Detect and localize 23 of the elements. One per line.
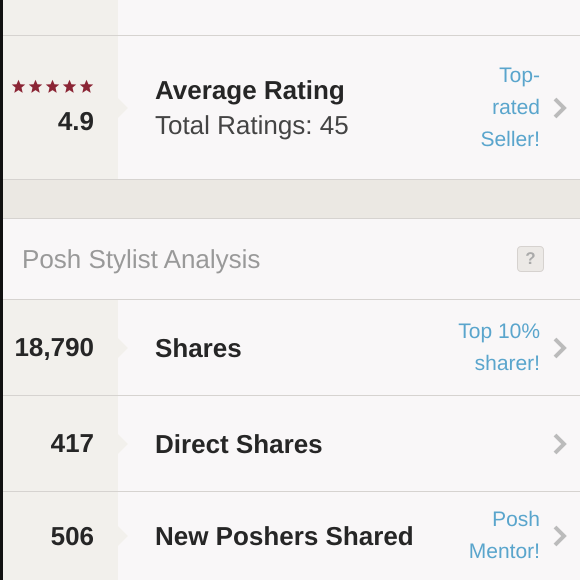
star-icon <box>62 78 77 94</box>
help-button[interactable]: ? <box>517 246 544 272</box>
stat-value: 506 <box>50 520 94 552</box>
seller-label: Top-rated Seller! <box>479 62 540 152</box>
stat-label: Shares <box>155 332 243 364</box>
achievement-label: Top 10% sharer! <box>457 318 540 376</box>
star-icon <box>79 78 94 94</box>
chevron-right-icon <box>553 336 567 358</box>
stat-label: Direct Shares <box>155 428 324 460</box>
total-ratings: Total Ratings: 45 <box>155 110 350 141</box>
rating-title: Average Rating <box>155 74 346 106</box>
stat-value: 417 <box>50 428 94 459</box>
rating-score: 4.9 <box>58 106 94 136</box>
star-icon <box>45 78 60 94</box>
stat-label: New Poshers Shared <box>155 520 415 552</box>
star-icon <box>11 78 26 94</box>
chevron-right-icon <box>553 525 567 547</box>
section-title: Posh Stylist Analysis <box>22 244 260 274</box>
chevron-right-icon <box>553 432 567 454</box>
achievement-label: Posh Mentor! <box>468 507 540 565</box>
stat-value: 18,790 <box>14 332 94 363</box>
star-icon <box>28 78 43 94</box>
chevron-right-icon <box>553 96 567 118</box>
